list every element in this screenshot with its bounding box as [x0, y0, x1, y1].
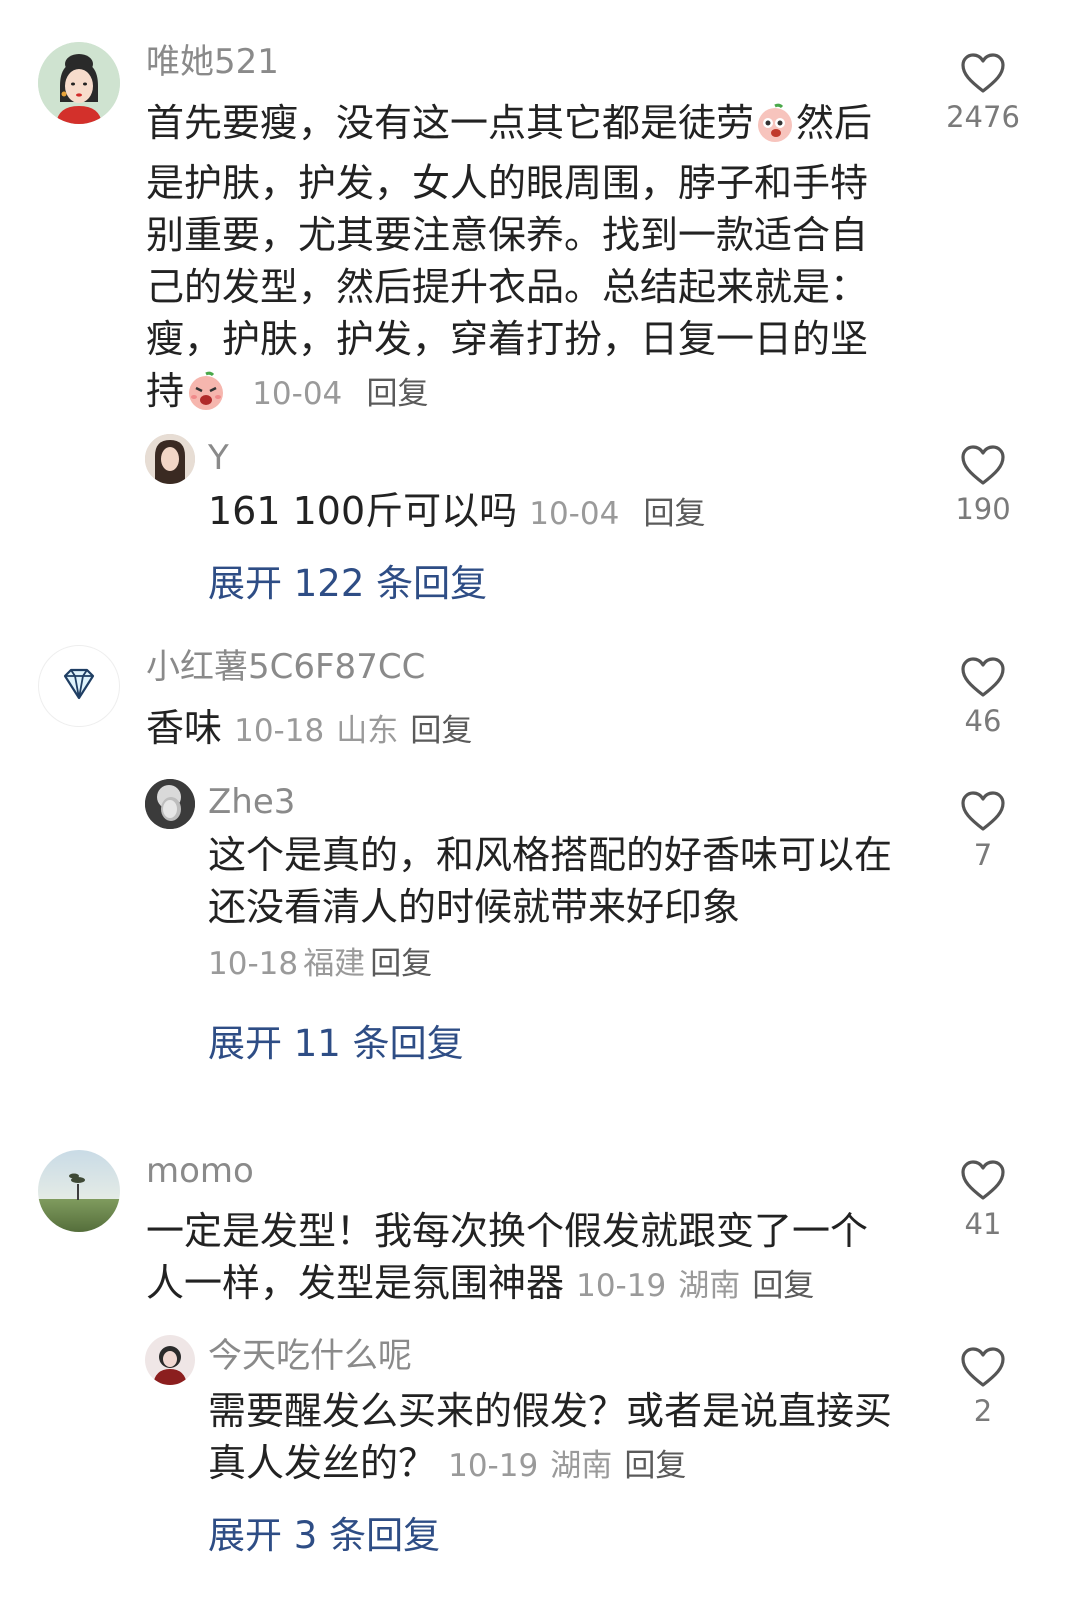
like-count: 7 — [973, 838, 993, 872]
like-button[interactable]: 41 — [923, 1159, 1043, 1241]
reply-date: 10-18 — [208, 946, 299, 982]
reply-location: 福建 — [303, 946, 366, 982]
shocked-peach-emoji-icon — [184, 370, 228, 425]
comment-text-part: 首先要瘦，没有这一点其它都是徒劳 — [146, 101, 755, 145]
expand-replies-link[interactable]: 展开 3 条回复 — [208, 1514, 440, 1558]
reply-location: 湖南 — [550, 1448, 613, 1484]
like-count: 190 — [955, 492, 1011, 526]
heart-icon — [961, 1160, 1005, 1200]
like-button[interactable]: 2476 — [923, 52, 1043, 134]
comment-text: 首先要瘦，没有这一点其它都是徒劳 然后是护肤，护发，女人的眼周围，脖子和手特别重要… — [146, 97, 901, 425]
expand-replies-link[interactable]: 展开 122 条回复 — [208, 562, 487, 606]
heart-icon — [961, 1347, 1005, 1387]
like-button[interactable]: 46 — [923, 656, 1043, 738]
reply-text: 需要醒发么买来的假发？或者是说直接买真人发丝的？ 10-19 湖南 回复 — [208, 1385, 913, 1492]
comment-text: 一定是发型！我每次换个假发就跟变了一个人一样，发型是氛围神器 10-19 湖南 … — [146, 1205, 901, 1312]
avatar[interactable] — [145, 779, 195, 829]
comment-date: 10-19 — [576, 1268, 667, 1304]
reply-text: 161 100斤可以吗 10-04 回复 — [208, 485, 898, 540]
reply-button[interactable]: 回复 — [624, 1448, 686, 1484]
reply-button[interactable]: 回复 — [644, 496, 706, 532]
like-count: 2476 — [946, 100, 1020, 134]
avatar[interactable] — [38, 645, 120, 727]
like-count: 41 — [964, 1207, 1002, 1241]
comment-date: 10-04 — [252, 376, 343, 412]
heart-icon — [961, 445, 1005, 485]
username[interactable]: 小红薯5C6F87CC — [146, 647, 425, 687]
reply-text: 这个是真的，和风格搭配的好香味可以在还没看清人的时候就带来好印象 — [208, 833, 893, 929]
reply-date: 10-04 — [529, 496, 620, 532]
comment-location: 山东 — [336, 713, 399, 749]
like-count: 46 — [964, 704, 1002, 738]
like-button[interactable]: 190 — [923, 444, 1043, 526]
comment-text-body: 香味 — [146, 706, 223, 750]
username[interactable]: 唯她521 — [146, 42, 279, 82]
comment-location: 湖南 — [678, 1268, 741, 1304]
comment-text: 香味 10-18 山东 回复 — [146, 702, 901, 757]
heart-icon — [961, 791, 1005, 831]
diamond-icon — [63, 668, 95, 700]
heart-icon — [961, 53, 1005, 93]
username[interactable]: Zhe3 — [208, 782, 295, 822]
reply-button[interactable]: 回复 — [410, 713, 472, 749]
avatar[interactable] — [145, 1335, 195, 1385]
reply-meta-row: 10-18 福建 回复 — [208, 944, 432, 989]
expand-replies-link[interactable]: 展开 11 条回复 — [208, 1022, 464, 1066]
avatar[interactable] — [38, 1150, 120, 1232]
reply-button[interactable]: 回复 — [366, 376, 428, 412]
avatar[interactable] — [145, 434, 195, 484]
username[interactable]: momo — [146, 1151, 254, 1191]
avatar[interactable] — [38, 42, 120, 124]
heart-icon — [961, 657, 1005, 697]
like-button[interactable]: 7 — [923, 790, 1043, 872]
username[interactable]: 今天吃什么呢 — [208, 1336, 412, 1376]
peach-face-emoji-icon — [754, 102, 796, 157]
reply-button[interactable]: 回复 — [752, 1268, 814, 1304]
comment-date: 10-18 — [234, 713, 325, 749]
like-button[interactable]: 2 — [923, 1346, 1043, 1428]
reply-text-body: 161 100斤可以吗 — [208, 489, 518, 533]
like-count: 2 — [973, 1394, 993, 1428]
username[interactable]: Y — [208, 438, 229, 478]
reply-button[interactable]: 回复 — [370, 946, 432, 982]
reply-date: 10-19 — [448, 1448, 539, 1484]
